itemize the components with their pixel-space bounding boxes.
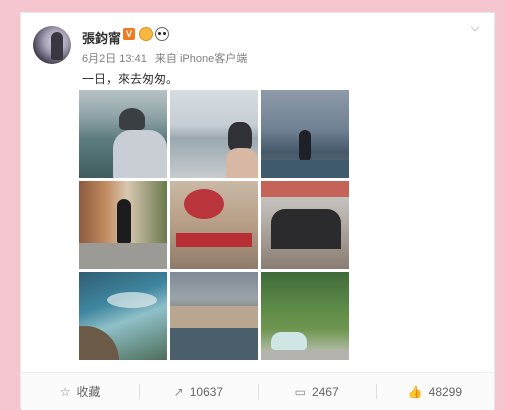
chevron-down-icon[interactable]: ⌵ — [470, 23, 480, 34]
post-source[interactable]: 来自 iPhone客户端 — [155, 53, 247, 65]
post-date[interactable]: 6月2日 13:41 — [82, 53, 147, 65]
like-button[interactable]: 👍 48299 — [375, 373, 494, 410]
photo-9[interactable] — [261, 272, 349, 360]
photo-2[interactable] — [170, 90, 258, 178]
comment-count: 2467 — [311, 384, 339, 399]
vip-badge-icon: V — [123, 28, 135, 40]
comment-icon: ▭ — [294, 384, 306, 399]
panda-badge-icon — [155, 27, 169, 41]
photo-1[interactable] — [79, 90, 167, 178]
favorite-label: 收藏 — [76, 385, 101, 399]
like-count: 48299 — [428, 384, 463, 399]
photo-8[interactable] — [170, 272, 258, 360]
photo-4[interactable] — [79, 181, 167, 269]
photo-5[interactable] — [170, 181, 258, 269]
flower-badge-icon — [139, 27, 153, 41]
weibo-post-card: 張鈞甯 V ⌵ 6月2日 13:41 来自 iPhone客户端 一日，來去匆匆。… — [20, 12, 495, 410]
repost-count: 10637 — [189, 384, 224, 399]
post-meta: 6月2日 13:41 来自 iPhone客户端 — [82, 50, 252, 66]
repost-button[interactable]: ↗ 10637 — [139, 373, 257, 410]
star-icon: ☆ — [59, 384, 71, 399]
post-text: 一日，來去匆匆。 — [82, 72, 179, 86]
action-bar: ☆ 收藏 ↗ 10637 ▭ 2467 👍 48299 — [21, 372, 494, 410]
thumbs-up-icon: 👍 — [407, 384, 423, 399]
photo-3[interactable] — [261, 90, 349, 178]
favorite-button[interactable]: ☆ 收藏 — [21, 373, 139, 410]
photo-grid — [79, 90, 351, 362]
comment-button[interactable]: ▭ 2467 — [257, 373, 376, 410]
photo-6[interactable] — [261, 181, 349, 269]
photo-7[interactable] — [79, 272, 167, 360]
username[interactable]: 張鈞甯 — [82, 28, 121, 47]
avatar[interactable] — [33, 26, 71, 64]
repost-icon: ↗ — [173, 384, 184, 399]
